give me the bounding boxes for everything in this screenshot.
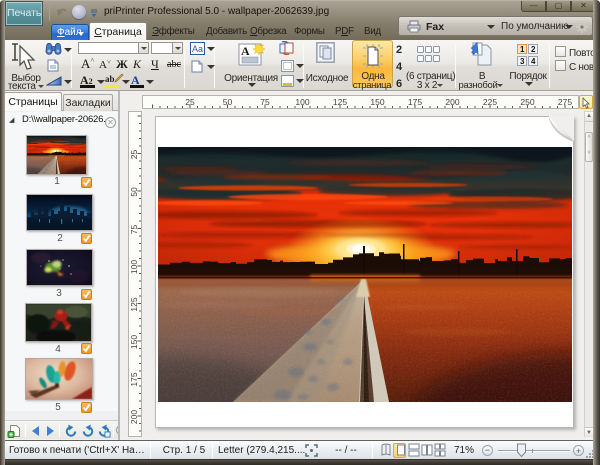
svg-text:100: 100 xyxy=(129,260,139,274)
svg-text:125: 125 xyxy=(129,297,139,311)
svg-text:25: 25 xyxy=(129,150,139,160)
svg-text:50: 50 xyxy=(129,187,139,197)
svg-text:175: 175 xyxy=(129,372,139,386)
svg-text:4: 4 xyxy=(531,57,536,66)
svg-text:A: A xyxy=(241,44,250,58)
svg-text:150: 150 xyxy=(129,335,139,349)
svg-text:2: 2 xyxy=(531,45,536,54)
svg-text:200: 200 xyxy=(129,410,139,424)
svg-text:75: 75 xyxy=(129,225,139,235)
svg-text:Aa: Aa xyxy=(192,44,203,54)
svg-text:3: 3 xyxy=(520,57,525,66)
svg-text:1: 1 xyxy=(520,45,525,54)
